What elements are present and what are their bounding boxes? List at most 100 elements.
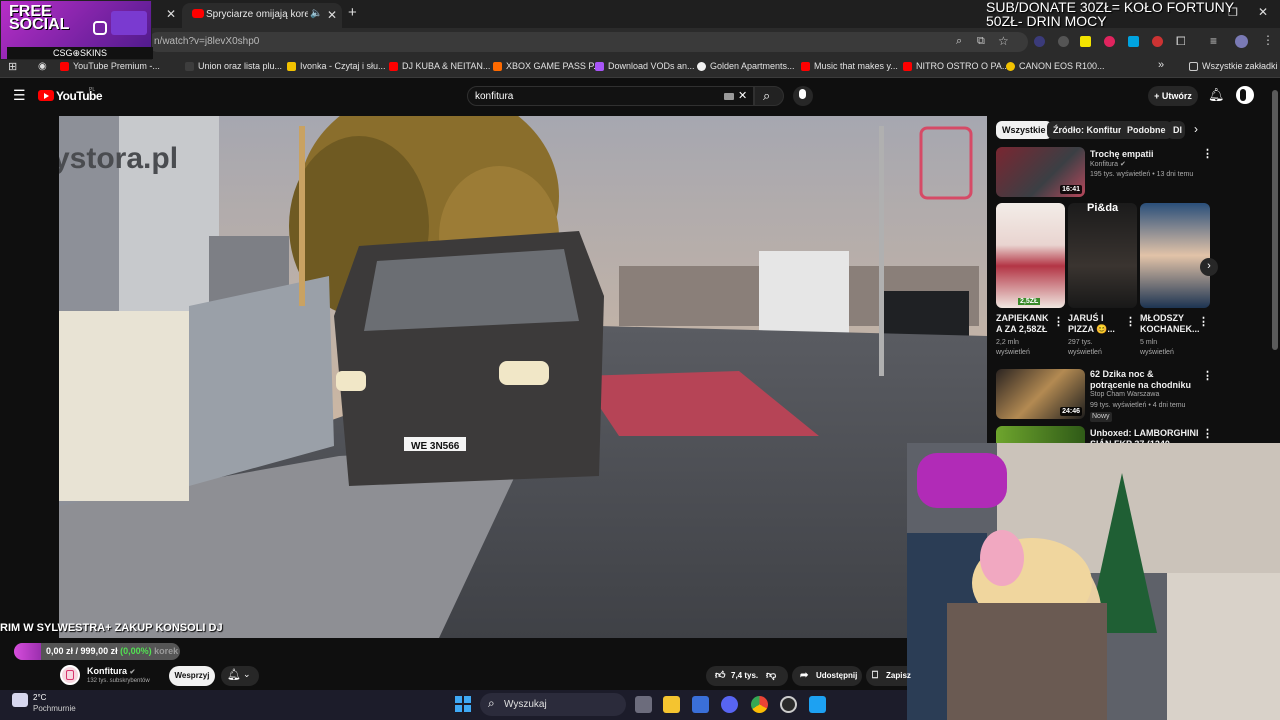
search-input[interactable]: konfitura ✕ — [467, 86, 754, 106]
page-scrollbar[interactable] — [1272, 90, 1278, 350]
bookmark-item[interactable]: Union oraz lista plu... — [185, 61, 282, 71]
browser-menu-icon[interactable]: ⋮ — [1262, 33, 1274, 47]
like-icon[interactable]: 👍︎ — [715, 666, 725, 686]
more-actions-icon[interactable]: ⋮ — [1202, 369, 1213, 382]
search-button[interactable]: ⌕ — [754, 86, 784, 106]
extension-icon[interactable] — [1058, 36, 1069, 47]
extensions-puzzle-icon[interactable]: ⧠ — [1176, 34, 1186, 49]
keyboard-icon[interactable] — [724, 93, 734, 100]
tab-active[interactable]: Spryciarze omijają korek - YouTube 🔈 ✕ — [182, 3, 342, 28]
short-thumbnail[interactable]: Pi&da — [1068, 203, 1137, 308]
notifications-bell-icon[interactable]: 🔔︎ — [1208, 87, 1225, 103]
chips-next-chevron-icon[interactable]: › — [1194, 122, 1198, 136]
profile-avatar-icon[interactable] — [1235, 35, 1248, 48]
video-thumbnail[interactable]: 24:46 — [996, 369, 1085, 419]
notes-app-icon[interactable] — [809, 696, 826, 713]
bookmark-item[interactable]: Download VODs an... — [595, 61, 695, 71]
new-tab-icon[interactable]: + — [348, 4, 357, 21]
chrome-icon[interactable] — [751, 696, 768, 713]
bookmark-star-icon[interactable]: ☆ — [998, 34, 1009, 48]
extension-icon[interactable] — [1152, 36, 1163, 47]
speaker-icon[interactable]: 🔈 — [310, 8, 322, 19]
weather-cloud-icon[interactable] — [12, 693, 28, 707]
like-count[interactable]: 7,4 tys. — [731, 666, 758, 686]
short-title[interactable]: JARUŚ I PIZZA 😊... — [1068, 313, 1120, 335]
rec-channel[interactable]: Stop Cham Warszawa — [1090, 390, 1159, 400]
bookmark-item[interactable]: NITRO OSTRO O PA... — [903, 61, 1009, 71]
rec-title[interactable]: Trochę empatii — [1090, 149, 1200, 160]
shorts-next-chevron-icon[interactable]: › — [1200, 258, 1218, 276]
tab-close-icon[interactable]: ✕ — [327, 8, 337, 22]
all-bookmarks-button[interactable]: Wszystkie zakładki — [1189, 61, 1278, 71]
install-app-icon[interactable]: ⧉ — [977, 35, 985, 48]
bookmark-label: Music that makes y... — [814, 61, 898, 71]
short-title[interactable]: ZAPIEKANK A ZA 2,58ZŁ — [996, 313, 1049, 335]
windows-start-icon[interactable] — [455, 696, 471, 712]
bookmark-item[interactable]: Music that makes y... — [801, 61, 898, 71]
discord-icon[interactable] — [721, 696, 738, 713]
apps-grid-icon[interactable]: ⊞ — [8, 60, 17, 73]
zoom-icon[interactable]: ⌕ — [956, 35, 962, 48]
reading-list-icon[interactable]: ≡ — [1210, 34, 1217, 48]
extension-icon[interactable] — [1034, 36, 1045, 47]
taskbar-search-input[interactable]: ⌕ Wyszukaj — [480, 693, 626, 716]
task-view-icon[interactable] — [635, 696, 652, 713]
channel-name[interactable]: Konfitura ✔ — [87, 666, 135, 676]
more-actions-icon[interactable]: ⋮ — [1202, 147, 1213, 160]
close-window-icon[interactable]: ✕ — [1258, 5, 1268, 19]
short-title[interactable]: MŁODSZY KOCHANEK... — [1140, 313, 1200, 335]
chip-more[interactable]: Dl — [1167, 121, 1185, 139]
file-explorer-icon[interactable] — [663, 696, 680, 713]
extension-icon[interactable] — [1080, 36, 1091, 47]
video-thumbnail[interactable]: 16:41 — [996, 147, 1085, 197]
chip-all[interactable]: Wszystkie — [996, 121, 1052, 139]
chip-similar[interactable]: Podobne — [1121, 121, 1172, 139]
bookmark-item[interactable]: XBOX GAME PASS P... — [493, 61, 601, 71]
weather-temp[interactable]: 2°C — [33, 693, 46, 702]
store-icon[interactable] — [692, 696, 709, 713]
save-button[interactable]: ⎕ Zapisz — [866, 666, 911, 686]
create-button[interactable]: + Utwórz — [1148, 86, 1198, 106]
channel-avatar[interactable] — [60, 665, 80, 685]
bookmark-item[interactable]: Ivonka - Czytaj i słu... — [287, 61, 386, 71]
video-player[interactable]: ystora.pl WE 3N566 — [59, 116, 987, 638]
more-actions-icon[interactable]: ⋮ — [1125, 315, 1136, 328]
bookmark-globe-icon[interactable]: ◉ — [38, 61, 47, 72]
bookmark-favicon-icon — [903, 61, 912, 71]
extension-icon[interactable] — [1104, 36, 1115, 47]
support-button[interactable]: Wesprzyj — [169, 666, 215, 686]
more-actions-icon[interactable]: ⋮ — [1198, 315, 1209, 328]
rec-title[interactable]: 62 Dzika noc & potrącenie na chodniku — [1090, 369, 1200, 391]
bookmark-item[interactable]: Golden Apartments... — [697, 61, 795, 71]
bookmark-item[interactable]: DJ KUBA & NEITAN... — [389, 61, 490, 71]
hamburger-menu-icon[interactable]: ☰ — [13, 87, 26, 104]
chip-source[interactable]: Źródło: Konfitura — [1047, 121, 1133, 139]
dislike-icon[interactable]: 👎︎ — [766, 666, 776, 686]
subscription-bell-button[interactable]: 🔔︎ ⌄ — [221, 666, 259, 686]
bookmark-favicon-icon — [801, 61, 810, 71]
video-thumbnail[interactable] — [996, 426, 1085, 443]
rec-channel[interactable]: Konfitura ✔ — [1090, 160, 1126, 170]
bookmark-favicon-icon — [1006, 61, 1015, 71]
more-bookmarks-chevron-icon[interactable]: » — [1158, 59, 1164, 71]
more-actions-icon[interactable]: ⋮ — [1053, 315, 1064, 328]
clear-search-icon[interactable]: ✕ — [738, 89, 747, 102]
share-label: Udostępnij — [816, 671, 858, 680]
tab-close-icon[interactable]: ✕ — [166, 7, 176, 21]
account-avatar[interactable] — [1236, 86, 1254, 104]
url-field[interactable]: n/watch?v=j8levX0shp0 — [148, 32, 1028, 52]
youtube-logo-text[interactable]: YouTube — [56, 89, 103, 103]
rec-title[interactable]: Unboxed: LAMBORGHINI SIÁN FKP 37 (1240 p… — [1090, 428, 1202, 443]
youtube-logo-icon[interactable] — [38, 90, 54, 101]
more-actions-icon[interactable]: ⋮ — [1202, 427, 1213, 440]
bookmark-label: XBOX GAME PASS P... — [506, 61, 601, 71]
short-thumbnail[interactable] — [1140, 203, 1210, 308]
voice-search-button[interactable] — [793, 86, 813, 106]
extension-icon[interactable] — [1128, 36, 1139, 47]
bookmark-item[interactable]: YouTube Premium -... — [60, 61, 160, 71]
bookmark-item[interactable]: CANON EOS R100... — [1006, 61, 1105, 71]
short-views: 2,2 mln wyświetleń — [996, 339, 1030, 356]
short-thumbnail[interactable]: 2,5ZŁ — [996, 203, 1065, 308]
obs-icon[interactable] — [780, 696, 797, 713]
share-button[interactable]: ➦ Udostępnij — [792, 666, 862, 686]
